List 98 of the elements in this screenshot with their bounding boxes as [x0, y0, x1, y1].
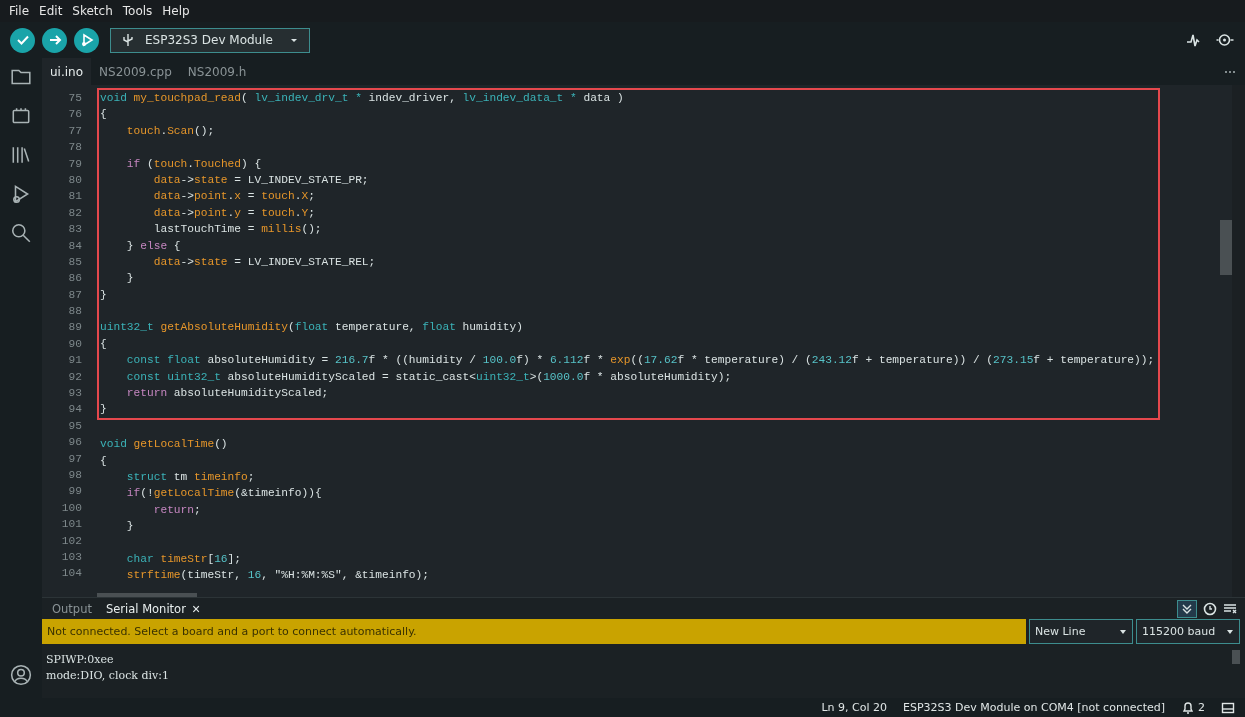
- code-line: {: [100, 336, 107, 352]
- line-number: 92: [67, 369, 82, 385]
- menu-item[interactable]: Edit: [34, 4, 68, 18]
- serial-output-line: SPIWP:0xee: [46, 652, 114, 668]
- code-line: }: [125, 271, 134, 287]
- cursor-position[interactable]: Ln 9, Col 20: [821, 701, 887, 714]
- serial-output-line: mode:DIO, clock div:1: [46, 668, 169, 684]
- code-line: if (touch.Touched) {: [125, 156, 262, 172]
- code-line: }: [100, 402, 107, 418]
- menu-item[interactable]: File: [4, 4, 35, 18]
- line-number: 100: [60, 500, 82, 516]
- board-selector[interactable]: ESP32S3 Dev Module: [110, 27, 310, 53]
- code-line: if(!getLocalTime(&timeinfo)){: [125, 486, 322, 502]
- check-icon: [15, 33, 30, 47]
- library-icon[interactable]: [10, 144, 32, 166]
- line-number: 91: [67, 353, 82, 369]
- panel-tab[interactable]: Output: [46, 601, 98, 616]
- code-line: void getLocalTime(): [100, 437, 228, 453]
- caret-icon: [1226, 627, 1234, 636]
- code-line: const uint32_t absoluteHumidityScaled = static_cast<uint32_t>(1000.0f * absoluteHumidity);: [125, 369, 732, 385]
- connection-message: Not connected. Select a board and a port to connect automatically.: [42, 619, 1026, 644]
- line-number: 96: [67, 435, 82, 451]
- baud-rate-dropdown[interactable]: 115200 baud: [1136, 619, 1240, 644]
- line-number: 86: [67, 271, 82, 287]
- code-line: void my_touchpad_read( lv_indev_drv_t * indev_driver, lv_indev_data_t * data ): [100, 91, 624, 106]
- tab-label[interactable]: Output: [52, 601, 92, 616]
- panel-toggle-icon[interactable]: [1221, 700, 1235, 715]
- line-number: 84: [67, 238, 82, 254]
- line-number: 103: [60, 549, 82, 565]
- code-line: return;: [152, 502, 201, 518]
- board-status[interactable]: ESP32S3 Dev Module on COM4 [not connected]: [903, 701, 1165, 714]
- line-number: 94: [67, 402, 82, 418]
- debug-icon: [79, 33, 94, 47]
- autoscroll-toggle[interactable]: [1177, 599, 1197, 618]
- line-number: 78: [67, 140, 82, 156]
- line-number: 102: [60, 533, 82, 549]
- bell-icon[interactable]: [1181, 700, 1195, 715]
- arrow-icon: [47, 33, 62, 47]
- line-number: 85: [67, 254, 82, 270]
- code-line: data->state = LV_INDEV_STATE_PR;: [152, 172, 369, 188]
- verify-button[interactable]: [10, 27, 35, 53]
- code-line: const float absoluteHumidity = 216.7f * ((humidity / 100.0f) * 6.112f * exp((17.62f * temperature) / (243.12f + temperature)) / (273.15f + temperature));: [125, 353, 1155, 369]
- code-line: {: [100, 107, 107, 123]
- line-number: 98: [67, 468, 82, 483]
- line-number: 89: [67, 320, 82, 336]
- line-number: 104: [60, 566, 82, 582]
- clock-icon[interactable]: [1203, 601, 1217, 616]
- line-number: 75: [67, 91, 82, 106]
- line-number: 101: [60, 517, 82, 533]
- line-number: 87: [67, 287, 82, 303]
- code-line: touch.Scan();: [125, 123, 215, 139]
- file-tab[interactable]: ui.ino: [42, 58, 92, 85]
- code-line: strftime(timeStr, 16, "%H:%M:%S", &timeinfo);: [125, 568, 429, 584]
- panel-tab[interactable]: Serial Monitor ×: [99, 601, 207, 616]
- search-icon[interactable]: [10, 222, 32, 244]
- menu-item[interactable]: Sketch: [67, 4, 118, 18]
- clear-output-icon[interactable]: [1223, 601, 1237, 616]
- line-number: 88: [67, 304, 82, 320]
- code-line: lastTouchTime = millis();: [152, 222, 322, 238]
- line-number: 76: [67, 107, 82, 123]
- upload-button[interactable]: [42, 27, 67, 53]
- code-line: data->point.x = touch.X;: [152, 189, 315, 205]
- code-line: uint32_t getAbsoluteHumidity(float temperature, float humidity): [100, 320, 523, 336]
- account-icon[interactable]: [10, 664, 32, 686]
- code-line: return absoluteHumidityScaled;: [125, 386, 329, 402]
- code-line: struct tm timeinfo;: [125, 470, 255, 485]
- line-number: 90: [67, 336, 82, 352]
- scrollbar-thumb[interactable]: [97, 593, 197, 597]
- scrollbar-thumb[interactable]: [1232, 650, 1240, 664]
- line-number: 99: [67, 484, 82, 500]
- line-number: 83: [67, 222, 82, 238]
- menu-item[interactable]: Help: [157, 4, 195, 18]
- usb-icon: [121, 33, 135, 47]
- scrollbar-thumb[interactable]: [1220, 220, 1232, 275]
- code-line: }: [125, 519, 134, 535]
- code-line: data->point.y = touch.Y;: [152, 205, 315, 221]
- debug-button[interactable]: [74, 27, 99, 53]
- notification-count[interactable]: 2: [1198, 701, 1205, 714]
- menu-item[interactable]: Tools: [117, 4, 158, 18]
- close-button[interactable]: ×: [191, 601, 201, 616]
- double-chevron-icon: [1181, 602, 1193, 615]
- serial-monitor-icon[interactable]: [1215, 31, 1235, 49]
- line-number: 79: [67, 156, 82, 172]
- code-line: char timeStr[16];: [125, 551, 242, 567]
- line-number: 81: [67, 189, 82, 205]
- line-number: 77: [67, 123, 82, 139]
- code-line: } else {: [125, 238, 181, 254]
- line-number: 93: [67, 386, 82, 402]
- code-line: }: [100, 287, 107, 303]
- code-line: data->state = LV_INDEV_STATE_REL;: [152, 254, 376, 270]
- line-number: 82: [67, 205, 82, 221]
- line-number: 95: [67, 418, 82, 434]
- tab-label[interactable]: Serial Monitor: [105, 601, 186, 616]
- code-line: {: [100, 453, 107, 469]
- line-number: 97: [67, 451, 82, 467]
- line-number: 80: [67, 172, 82, 188]
- line-ending-dropdown[interactable]: New Line: [1029, 619, 1133, 644]
- caret-icon: [1119, 627, 1127, 636]
